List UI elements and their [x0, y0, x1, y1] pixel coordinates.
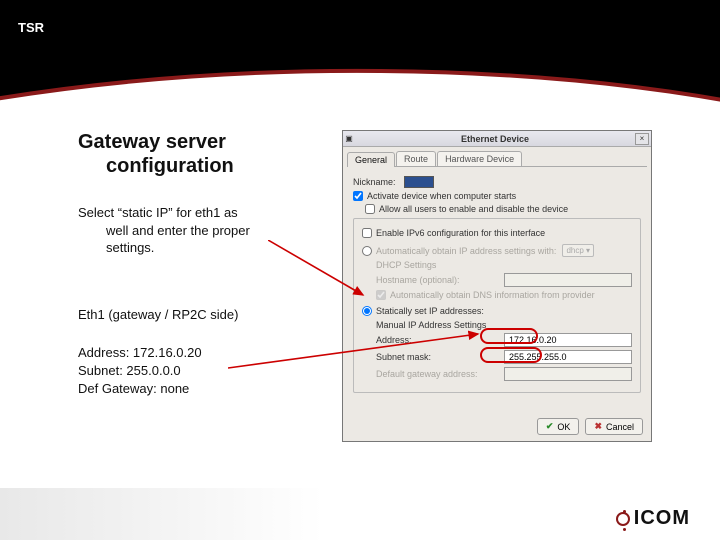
logo-o-icon	[616, 512, 630, 526]
auto-ip-label: Automatically obtain IP address settings…	[376, 246, 556, 256]
address-label: Address:	[376, 335, 504, 345]
dhcp-heading: DHCP Settings	[376, 260, 632, 270]
activate-checkbox[interactable]	[353, 191, 363, 201]
manual-heading: Manual IP Address Settings	[376, 320, 632, 330]
eth1-settings-block: Address: 172.16.0.20 Subnet: 255.0.0.0 D…	[78, 344, 338, 399]
dialog-titlebar[interactable]: ▣ Ethernet Device ×	[343, 131, 651, 147]
instr-line3: settings.	[78, 239, 338, 257]
ipv6-label: Enable IPv6 configuration for this inter…	[376, 228, 545, 238]
ethernet-device-dialog: ▣ Ethernet Device × General Route Hardwa…	[342, 130, 652, 442]
ip-config-frame: Enable IPv6 configuration for this inter…	[353, 218, 641, 393]
setting-gateway: Def Gateway: none	[78, 380, 338, 398]
auto-ip-select[interactable]: dhcp	[562, 244, 594, 257]
instr-line2: well and enter the proper	[78, 222, 338, 240]
ok-label: OK	[557, 422, 570, 432]
allow-all-label: Allow all users to enable and disable th…	[379, 204, 568, 214]
tab-hardware[interactable]: Hardware Device	[437, 151, 522, 166]
cancel-label: Cancel	[606, 422, 634, 432]
tab-general[interactable]: General	[347, 152, 395, 167]
subnet-input[interactable]	[504, 350, 632, 364]
close-button[interactable]: ×	[635, 133, 649, 145]
address-input[interactable]	[504, 333, 632, 347]
auto-dns-label: Automatically obtain DNS information fro…	[390, 290, 595, 300]
auto-ip-radio[interactable]	[362, 246, 372, 256]
title-line2: configuration	[78, 154, 338, 178]
cancel-button[interactable]: ✖ Cancel	[585, 418, 643, 435]
ok-button[interactable]: ✔ OK	[537, 418, 580, 435]
nickname-label: Nickname:	[353, 177, 396, 187]
instruction-text: Select “static IP” for eth1 as well and …	[78, 204, 338, 257]
tsr-label: TSR	[18, 20, 44, 35]
auto-dns-checkbox	[376, 290, 386, 300]
slide-footer: ICOM	[0, 488, 720, 540]
title-line1: Gateway server	[78, 131, 226, 153]
activate-label: Activate device when computer starts	[367, 191, 516, 201]
static-ip-label: Statically set IP addresses:	[376, 306, 484, 316]
dialog-button-row: ✔ OK ✖ Cancel	[537, 418, 643, 435]
check-icon: ✔	[546, 421, 554, 432]
static-ip-radio[interactable]	[362, 306, 372, 316]
dialog-icon: ▣	[343, 134, 355, 143]
ipv6-checkbox[interactable]	[362, 228, 372, 238]
hostname-label: Hostname (optional):	[376, 275, 504, 285]
setting-subnet: Subnet: 255.0.0.0	[78, 362, 338, 380]
slide-text-column: Gateway server configuration Select “sta…	[78, 130, 338, 398]
slide-header: TSR	[0, 0, 720, 110]
dialog-title: Ethernet Device	[355, 134, 635, 144]
hostname-input	[504, 273, 632, 287]
subnet-label: Subnet mask:	[376, 352, 504, 362]
nickname-field[interactable]	[404, 176, 434, 188]
setting-address: Address: 172.16.0.20	[78, 344, 338, 362]
eth1-heading: Eth1 (gateway / RP2C side)	[78, 307, 338, 322]
instr-line1: Select “static IP” for eth1 as	[78, 205, 238, 220]
swoosh-graphic	[0, 65, 720, 115]
tab-route[interactable]: Route	[396, 151, 436, 166]
x-icon: ✖	[594, 421, 602, 432]
gateway-label: Default gateway address:	[376, 369, 504, 379]
brand-logo: ICOM	[616, 507, 690, 530]
slide-title: Gateway server configuration	[78, 130, 338, 178]
dialog-body: Nickname: Activate device when computer …	[343, 167, 651, 399]
brand-name: ICOM	[634, 507, 690, 530]
allow-all-checkbox[interactable]	[365, 204, 375, 214]
gateway-input[interactable]	[504, 367, 632, 381]
footer-gradient	[0, 488, 720, 540]
dialog-tabs: General Route Hardware Device	[347, 151, 647, 167]
